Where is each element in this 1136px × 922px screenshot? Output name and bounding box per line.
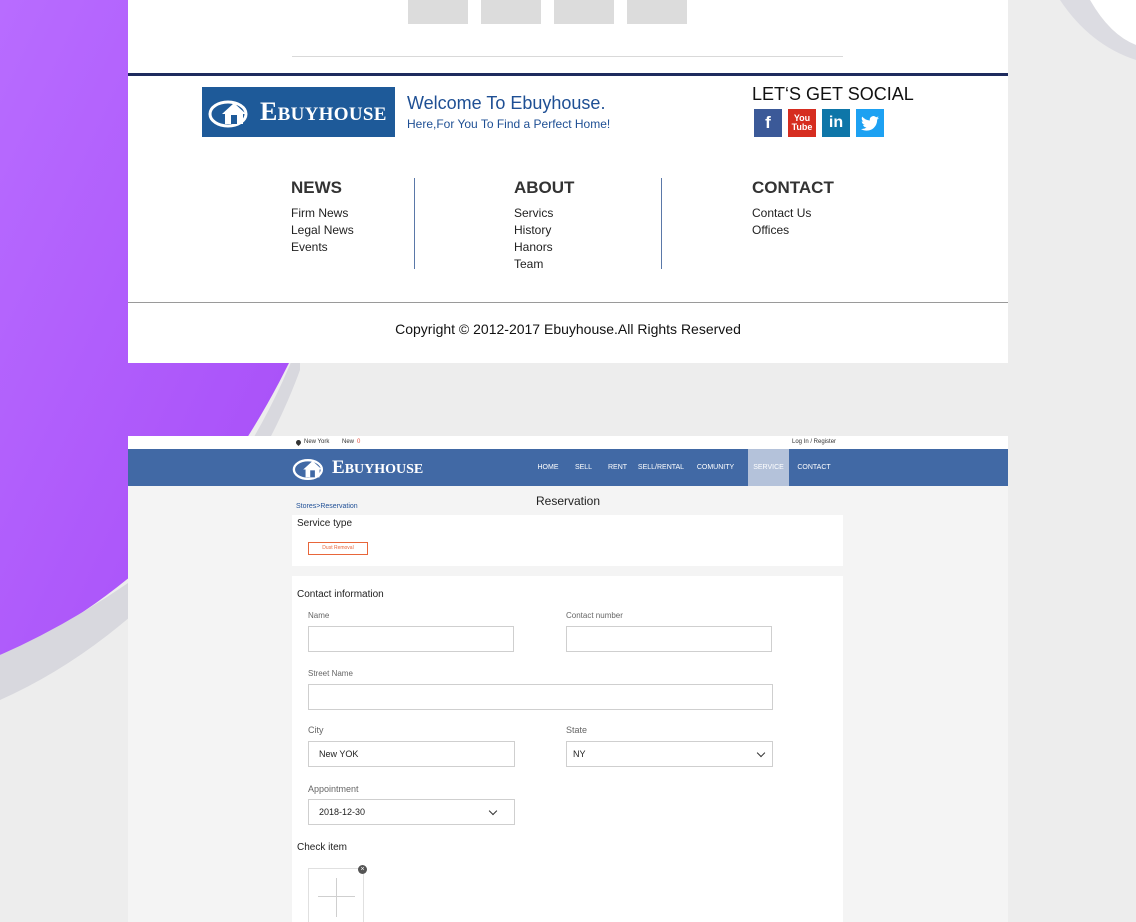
contact-number-input[interactable]	[566, 626, 772, 652]
nav-home[interactable]: HOME	[533, 449, 563, 486]
house-logo-icon	[292, 459, 324, 481]
state-label: State	[566, 725, 588, 735]
appointment-select[interactable]: 2018-12-30	[308, 799, 515, 825]
copyright-text: Copyright © 2012-2017 Ebuyhouse.All Righ…	[395, 321, 741, 337]
footer-link[interactable]: Team	[514, 256, 574, 273]
site-logo[interactable]: EBUYHOUSE	[292, 454, 423, 482]
contact-number-label: Contact number	[566, 611, 623, 620]
welcome-heading: Welcome To Ebuyhouse.	[407, 93, 606, 113]
footer-column-about: ABOUT Servics History Hanors Team	[514, 178, 574, 273]
name-label: Name	[308, 611, 330, 620]
footer-link[interactable]: Servics	[514, 205, 574, 222]
top-bar: New York New 0 Log In / Register	[128, 436, 1008, 449]
social-links: f You Tube in	[754, 109, 884, 137]
footer-logo[interactable]: EBUYHOUSE	[202, 87, 395, 137]
service-type-tag[interactable]: Dust Removal	[308, 542, 368, 555]
street-name-label: Street Name	[308, 669, 353, 678]
appointment-label: Appointment	[308, 784, 359, 794]
footer-card: EBUYHOUSE Welcome To Ebuyhouse. Here,For…	[128, 0, 1008, 363]
image-upload-box[interactable]	[308, 868, 364, 922]
login-register-link[interactable]: Log In / Register	[792, 439, 836, 445]
nav-contact[interactable]: CONTACT	[794, 449, 834, 486]
house-logo-icon	[208, 100, 248, 128]
social-title: LET‘S GET SOCIAL	[752, 84, 914, 104]
welcome-subheading: Here,For You To Find a Perfect Home!	[407, 117, 611, 131]
column-title: NEWS	[291, 178, 342, 197]
breadcrumb[interactable]: Stores>Reservation	[296, 503, 358, 510]
footer-column-contact: CONTACT Contact Us Offices	[752, 178, 834, 239]
remove-icon[interactable]: ×	[358, 865, 367, 874]
nav-sell-rental[interactable]: SELL/RENTAL	[636, 449, 686, 486]
youtube-icon[interactable]: You Tube	[788, 109, 816, 137]
footer-top-border	[128, 73, 1008, 76]
contact-info-panel: Contact information Name Contact number …	[292, 576, 843, 922]
service-type-panel: Service type Dust Removal	[292, 515, 843, 566]
main-navbar: EBUYHOUSE HOME SELL RENT SELL/RENTAL COM…	[128, 449, 1008, 486]
brand-name: BUYHOUSE	[277, 104, 387, 125]
section-title: Service type	[297, 518, 353, 529]
thumbnail[interactable]	[481, 0, 541, 24]
linkedin-icon[interactable]: in	[822, 109, 850, 137]
city-label: City	[308, 725, 324, 735]
footer-link[interactable]: Events	[291, 239, 354, 256]
nav-service[interactable]: SERVICE	[748, 449, 789, 486]
footer-link[interactable]: Contact Us	[752, 205, 834, 222]
footer-link[interactable]: Legal News	[291, 222, 354, 239]
footer-column-news: NEWS Firm News Legal News Events	[291, 178, 354, 256]
check-item-title: Check item	[297, 842, 348, 853]
thumbnail[interactable]	[408, 0, 468, 24]
divider	[292, 56, 843, 57]
divider	[128, 302, 1008, 303]
twitter-icon[interactable]	[856, 109, 884, 137]
location-selector[interactable]: New York	[294, 438, 330, 446]
page-title: Reservation	[535, 494, 601, 508]
column-divider	[661, 178, 662, 269]
location-text: New York	[304, 439, 330, 445]
column-divider	[414, 178, 415, 269]
footer-link[interactable]: Hanors	[514, 239, 574, 256]
brand-initial: E	[260, 97, 278, 126]
city-input[interactable]: New YOK	[308, 741, 515, 767]
name-input[interactable]	[308, 626, 514, 652]
new-notifications[interactable]: New 0	[342, 439, 360, 445]
section-title: Contact information	[297, 589, 384, 600]
chevron-down-icon	[756, 748, 766, 758]
thumbnail[interactable]	[627, 0, 687, 24]
nav-rent[interactable]: RENT	[605, 449, 630, 486]
column-title: ABOUT	[514, 178, 575, 197]
thumbnail[interactable]	[554, 0, 614, 24]
notification-count: 0	[357, 439, 361, 445]
nav-sell[interactable]: SELL	[571, 449, 596, 486]
footer-link[interactable]: History	[514, 222, 574, 239]
chevron-down-icon	[488, 806, 498, 816]
footer-link[interactable]: Firm News	[291, 205, 354, 222]
column-title: CONTACT	[752, 178, 834, 197]
footer-link[interactable]: Offices	[752, 222, 834, 239]
location-pin-icon	[294, 438, 303, 446]
nav-community[interactable]: COMUNITY	[693, 449, 738, 486]
reservation-page: New York New 0 Log In / Register EBUYHOUS…	[128, 436, 1008, 922]
street-name-input[interactable]	[308, 684, 773, 710]
facebook-icon[interactable]: f	[754, 109, 782, 137]
thumbnail-strip	[408, 0, 687, 24]
state-select[interactable]: NY	[566, 741, 773, 767]
